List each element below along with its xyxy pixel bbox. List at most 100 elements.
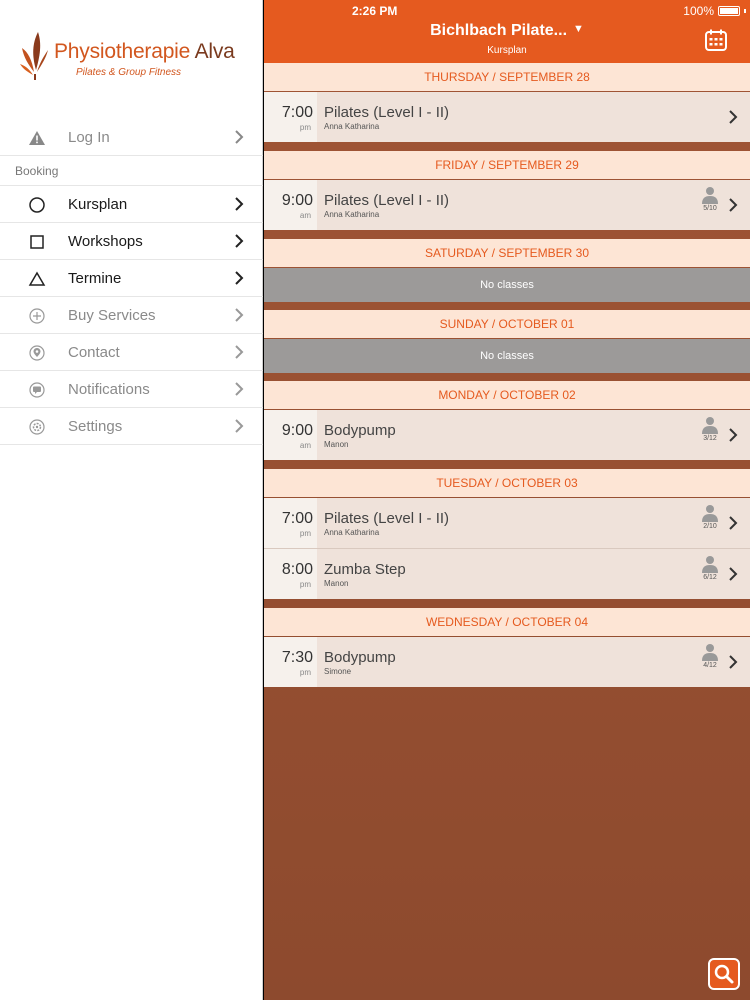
capacity-count: 4/12	[703, 662, 717, 669]
class-name: Zumba Step	[324, 561, 406, 578]
circle-icon	[27, 195, 47, 215]
chevron-right-icon	[235, 197, 244, 211]
capacity-indicator: 5/10	[698, 186, 722, 212]
brand-subtitle: Pilates & Group Fitness	[76, 67, 182, 78]
gear-icon	[27, 417, 47, 437]
location-selector[interactable]: Bichlbach Pilate... ▼	[264, 22, 750, 40]
battery-icon	[718, 6, 740, 16]
day-header-sunday: SUNDAY / OCTOBER 01	[264, 310, 750, 338]
sidebar-item-label: Kursplan	[68, 195, 128, 213]
sidebar-item-buy-services[interactable]: Buy Services	[0, 297, 263, 334]
status-time: 2:26 PM	[352, 4, 398, 18]
sidebar-item-label: Termine	[68, 269, 122, 287]
class-trainer: Anna Katharina	[324, 210, 380, 219]
class-ampm: am	[299, 441, 311, 450]
day-header-saturday: SATURDAY / SEPTEMBER 30	[264, 239, 750, 267]
chevron-right-icon	[235, 130, 244, 144]
day-header-thursday: THURSDAY / SEPTEMBER 28	[264, 63, 750, 91]
search-button[interactable]	[708, 958, 740, 990]
class-row[interactable]: 8:00 pm Zumba Step Manon 6/12	[264, 549, 750, 599]
location-title: Bichlbach Pilate...	[430, 22, 568, 39]
class-ampm: pm	[299, 580, 311, 589]
square-icon	[27, 232, 47, 252]
sidebar-item-workshops[interactable]: Workshops	[0, 223, 263, 260]
capacity-indicator: 2/10	[698, 504, 722, 530]
chevron-right-icon	[235, 345, 244, 359]
day-header-tuesday: TUESDAY / OCTOBER 03	[264, 469, 750, 497]
class-name: Pilates (Level I - II)	[324, 104, 450, 121]
person-icon	[702, 187, 718, 204]
day-header-wednesday: WEDNESDAY / OCTOBER 04	[264, 608, 750, 636]
section-label-booking: Booking	[15, 164, 59, 178]
class-row[interactable]: 7:30 pm Bodypump Simone 4/12	[264, 637, 750, 687]
search-icon	[714, 964, 734, 984]
class-trainer: Simone	[324, 667, 352, 676]
class-time: 7:00	[281, 510, 313, 527]
class-trainer: Manon	[324, 440, 349, 449]
class-ampm: pm	[299, 529, 311, 538]
chevron-right-icon	[235, 234, 244, 248]
class-row[interactable]: 7:00 pm Pilates (Level I - II) Anna Katha…	[264, 498, 750, 548]
chevron-right-icon	[729, 198, 738, 212]
triangle-icon	[27, 269, 47, 289]
capacity-count: 3/12	[703, 435, 717, 442]
person-icon	[702, 644, 718, 661]
class-trainer: Manon	[324, 579, 349, 588]
sidebar-item-label: Buy Services	[68, 306, 156, 324]
chevron-right-icon	[729, 428, 738, 442]
class-name: Pilates (Level I - II)	[324, 192, 450, 209]
capacity-count: 5/10	[703, 205, 717, 212]
chevron-right-icon	[729, 516, 738, 530]
chevron-right-icon	[729, 110, 738, 124]
location-pin-icon	[27, 343, 47, 363]
day-header-friday: FRIDAY / SEPTEMBER 29	[264, 151, 750, 179]
chevron-right-icon	[729, 567, 738, 581]
chevron-right-icon	[235, 308, 244, 322]
class-name: Bodypump	[324, 422, 396, 439]
class-row[interactable]: 9:00 am Bodypump Manon 3/12	[264, 410, 750, 460]
status-battery: 100%	[683, 4, 746, 18]
leaf-logo-icon	[20, 32, 48, 80]
person-icon	[702, 556, 718, 573]
class-row[interactable]: 7:00 pm Pilates (Level I - II) Anna Katha…	[264, 92, 750, 142]
no-classes-banner: No classes	[264, 268, 750, 302]
class-time: 9:00	[281, 192, 313, 209]
sidebar-item-label: Workshops	[68, 232, 143, 250]
plus-circle-icon	[27, 306, 47, 326]
class-name: Pilates (Level I - II)	[324, 510, 450, 527]
brand-title: Physiotherapie Alva	[54, 40, 235, 63]
sidebar-item-contact[interactable]: Contact	[0, 334, 263, 371]
capacity-count: 6/12	[703, 574, 717, 581]
person-icon	[702, 417, 718, 434]
page-subtitle: Kursplan	[487, 45, 527, 56]
dropdown-caret-icon: ▼	[573, 23, 584, 35]
chevron-right-icon	[729, 655, 738, 669]
sidebar-item-settings[interactable]: Settings	[0, 408, 263, 445]
battery-percent: 100%	[683, 4, 714, 18]
sidebar-item-termine[interactable]: Termine	[0, 260, 263, 297]
person-icon	[702, 505, 718, 522]
class-time: 7:00	[281, 104, 313, 121]
class-time: 9:00	[281, 422, 313, 439]
sidebar-item-label: Settings	[68, 417, 123, 435]
class-trainer: Anna Katharina	[324, 528, 380, 537]
sidebar: Physiotherapie Alva Pilates & Group Fitn…	[0, 0, 263, 1000]
sidebar-item-label: Log In	[68, 128, 110, 146]
top-navigation-bar: 2:26 PM 100% Bichlbach Pilate... ▼ Kurspl…	[264, 0, 750, 63]
class-ampm: am	[299, 211, 311, 220]
class-time: 8:00	[281, 561, 313, 578]
class-name: Bodypump	[324, 649, 396, 666]
sidebar-item-notifications[interactable]: Notifications	[0, 371, 263, 408]
class-trainer: Anna Katharina	[324, 122, 380, 131]
sidebar-item-label: Notifications	[68, 380, 150, 398]
schedule-pane: 2:26 PM 100% Bichlbach Pilate... ▼ Kurspl…	[264, 0, 750, 1000]
class-ampm: pm	[299, 123, 311, 132]
chevron-right-icon	[235, 271, 244, 285]
capacity-indicator: 4/12	[698, 643, 722, 669]
sidebar-item-login[interactable]: Log In	[0, 119, 263, 156]
sidebar-item-kursplan[interactable]: Kursplan	[0, 186, 263, 223]
calendar-icon[interactable]	[704, 28, 728, 52]
brand-logo: Physiotherapie Alva Pilates & Group Fitn…	[18, 30, 253, 86]
chat-bubble-icon	[27, 380, 47, 400]
class-row[interactable]: 9:00 am Pilates (Level I - II) Anna Katha…	[264, 180, 750, 230]
